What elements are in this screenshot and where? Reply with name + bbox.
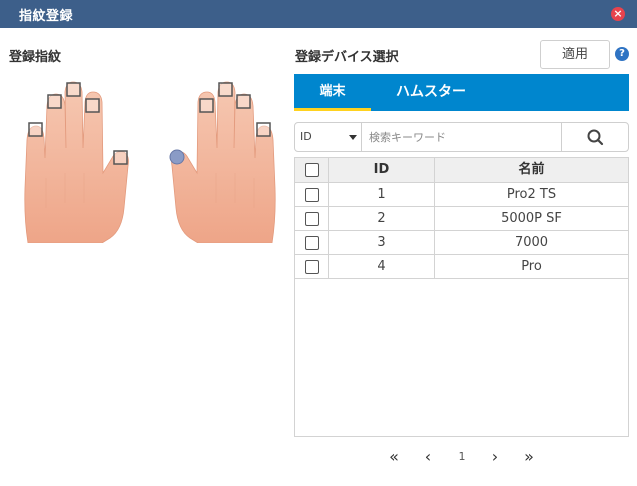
chevron-down-icon (349, 135, 357, 140)
prev-page-button[interactable]: ‹ (418, 447, 438, 467)
finger-checkbox-left-index[interactable] (85, 98, 100, 113)
header-select-all-cell (295, 158, 329, 182)
window-title: 指紋登録 (19, 9, 74, 24)
table-row[interactable]: 1 Pro2 TS (295, 183, 628, 207)
finger-checkbox-left-little[interactable] (28, 122, 43, 137)
finger-checkbox-left-middle[interactable] (66, 82, 81, 97)
first-page-button[interactable]: « (384, 447, 404, 467)
last-page-button[interactable]: » (519, 447, 539, 467)
tab-terminal[interactable]: 端末 (294, 74, 371, 111)
search-bar: ID (294, 122, 629, 152)
row-checkbox[interactable] (305, 188, 319, 202)
apply-button[interactable]: 適用 (540, 40, 610, 69)
search-field-value: ID (300, 130, 312, 143)
finger-checkbox-right-index[interactable] (199, 98, 214, 113)
row-checkbox[interactable] (305, 212, 319, 226)
hands-illustration (24, 81, 276, 243)
row-id: 2 (329, 207, 435, 230)
table-row[interactable]: 2 5000P SF (295, 207, 628, 231)
row-name: 7000 (514, 235, 549, 250)
finger-checkbox-right-little[interactable] (256, 122, 271, 137)
finger-indicator-right-thumb[interactable] (169, 149, 185, 165)
table-row[interactable]: 3 7000 (295, 231, 628, 255)
table-header-row: ID 名前 (295, 158, 628, 183)
device-tabs: 端末 ハムスター (294, 74, 629, 111)
left-hand (24, 81, 129, 243)
close-icon[interactable]: × (611, 7, 625, 21)
help-icon[interactable]: ? (615, 47, 629, 61)
row-checkbox-cell (295, 255, 329, 278)
row-id: 4 (329, 255, 435, 278)
pagination: « ‹ 1 › » (380, 447, 540, 467)
window-titlebar: 指紋登録 × (0, 0, 637, 28)
row-checkbox[interactable] (305, 260, 319, 274)
row-name: Pro2 TS (506, 187, 557, 202)
row-id: 3 (329, 231, 435, 254)
row-name: 5000P SF (501, 211, 562, 226)
select-all-checkbox[interactable] (305, 163, 319, 177)
registered-fingers-heading: 登録指紋 (9, 50, 62, 65)
row-id: 1 (329, 183, 435, 206)
current-page[interactable]: 1 (452, 447, 472, 467)
table-row[interactable]: 4 Pro (295, 255, 628, 279)
finger-checkbox-left-thumb[interactable] (113, 150, 128, 165)
row-name: Pro (521, 259, 542, 274)
search-field-select[interactable]: ID (295, 123, 362, 151)
next-page-button[interactable]: › (485, 447, 505, 467)
row-checkbox-cell (295, 231, 329, 254)
tab-hamster[interactable]: ハムスター (371, 74, 491, 111)
search-input[interactable] (366, 124, 558, 150)
finger-checkbox-right-ring[interactable] (236, 94, 251, 109)
device-table: ID 名前 1 Pro2 TS 2 5000P SF 3 7000 4 Pro (294, 157, 629, 437)
header-name: 名前 (518, 162, 545, 177)
search-icon (587, 129, 604, 146)
search-button[interactable] (561, 123, 629, 151)
row-checkbox[interactable] (305, 236, 319, 250)
right-hand (171, 81, 276, 243)
device-selection-heading: 登録デバイス選択 (295, 50, 399, 65)
row-checkbox-cell (295, 183, 329, 206)
finger-checkbox-left-ring[interactable] (47, 94, 62, 109)
row-checkbox-cell (295, 207, 329, 230)
finger-checkbox-right-middle[interactable] (218, 82, 233, 97)
header-id: ID (329, 158, 435, 182)
